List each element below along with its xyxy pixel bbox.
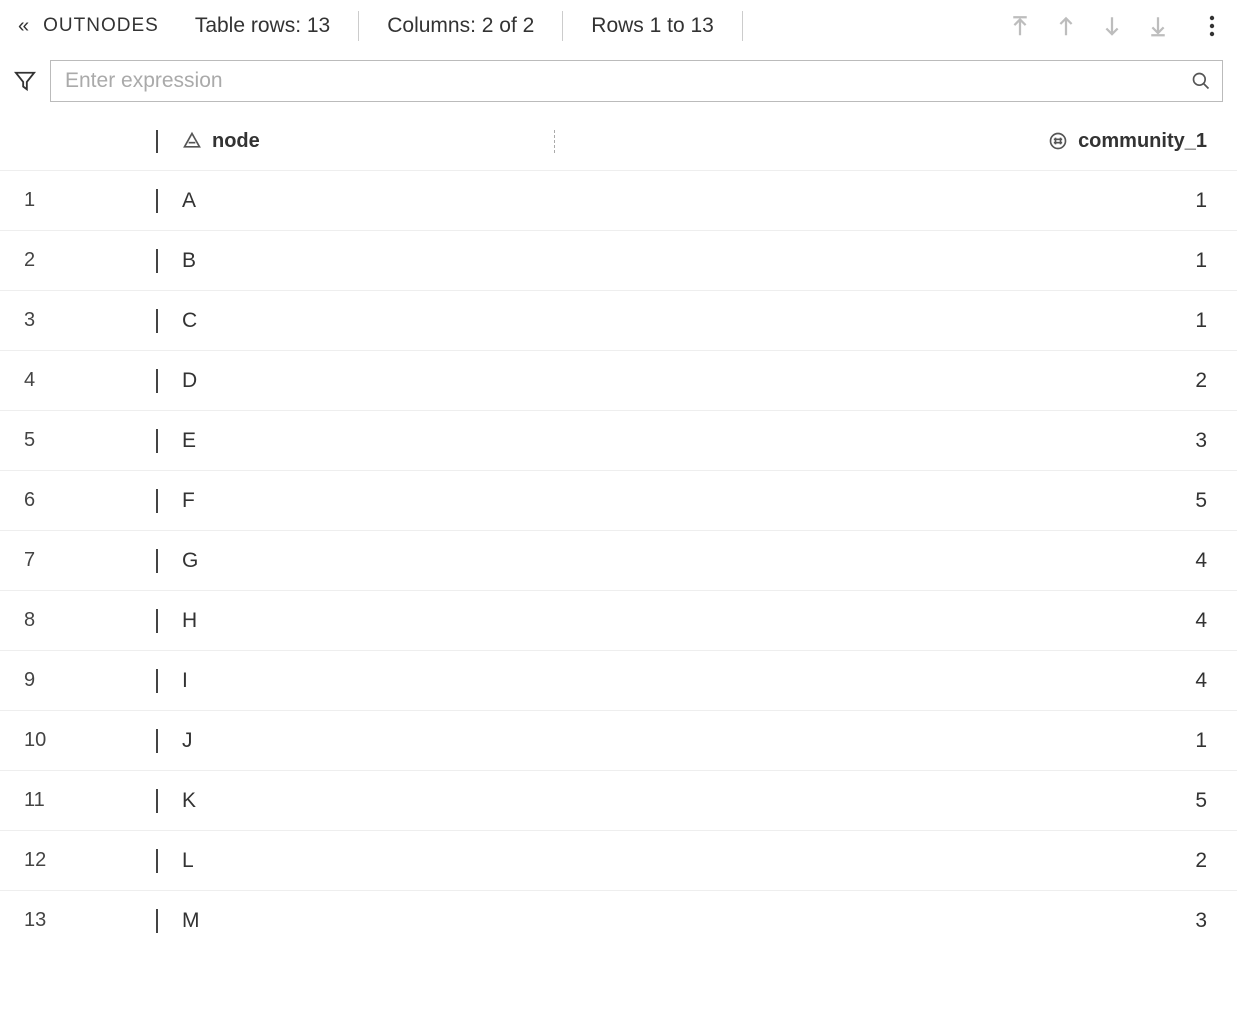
more-menu-icon[interactable]	[1209, 14, 1215, 38]
row-number: 12	[0, 849, 156, 872]
cell-community: 1	[554, 189, 1237, 213]
cell-node: A	[156, 189, 554, 213]
search-wrap	[50, 60, 1223, 102]
back-button[interactable]: «	[14, 15, 33, 38]
cell-community: 3	[554, 429, 1237, 453]
cell-node: C	[156, 309, 554, 333]
cell-community: 4	[554, 609, 1237, 633]
row-number: 9	[0, 669, 156, 692]
go-first-icon[interactable]	[1011, 15, 1029, 37]
cell-node: E	[156, 429, 554, 453]
table-body: 1A12B13C14D25E36F57G48H49I410J111K512L21…	[0, 170, 1237, 950]
row-number: 8	[0, 609, 156, 632]
cell-community: 4	[554, 669, 1237, 693]
cell-community: 5	[554, 789, 1237, 813]
row-number: 4	[0, 369, 156, 392]
cell-community: 1	[554, 309, 1237, 333]
cell-community: 1	[554, 729, 1237, 753]
go-last-icon[interactable]	[1149, 15, 1167, 37]
text-type-icon	[182, 131, 202, 151]
cell-node: L	[156, 849, 554, 873]
divider	[358, 11, 359, 41]
filter-row	[0, 52, 1237, 112]
row-number: 2	[0, 249, 156, 272]
table-row[interactable]: 3C1	[0, 290, 1237, 350]
row-number: 13	[0, 909, 156, 932]
cell-community: 1	[554, 249, 1237, 273]
cell-community: 3	[554, 909, 1237, 933]
table-row[interactable]: 10J1	[0, 710, 1237, 770]
go-next-icon[interactable]	[1103, 15, 1121, 37]
cell-node: J	[156, 729, 554, 753]
nav-icons	[991, 14, 1223, 38]
column-header-community-label: community_1	[1078, 130, 1207, 153]
cell-node: K	[156, 789, 554, 813]
numeric-type-icon	[1048, 131, 1068, 151]
row-number: 5	[0, 429, 156, 452]
go-prev-icon[interactable]	[1057, 15, 1075, 37]
table-row[interactable]: 8H4	[0, 590, 1237, 650]
row-number: 6	[0, 489, 156, 512]
row-number: 10	[0, 729, 156, 752]
toolbar: « OUTNODES Table rows: 13 Columns: 2 of …	[0, 0, 1237, 52]
row-number: 3	[0, 309, 156, 332]
table-row[interactable]: 1A1	[0, 170, 1237, 230]
divider	[562, 11, 563, 41]
columns-info: Columns: 2 of 2	[367, 14, 554, 38]
table-row[interactable]: 11K5	[0, 770, 1237, 830]
table-row[interactable]: 5E3	[0, 410, 1237, 470]
cell-node: D	[156, 369, 554, 393]
filter-icon[interactable]	[14, 70, 36, 92]
table-row[interactable]: 9I4	[0, 650, 1237, 710]
cell-node: F	[156, 489, 554, 513]
table-row[interactable]: 4D2	[0, 350, 1237, 410]
row-number: 11	[0, 789, 156, 812]
cell-node: B	[156, 249, 554, 273]
cell-node: I	[156, 669, 554, 693]
cell-community: 2	[554, 369, 1237, 393]
cell-community: 2	[554, 849, 1237, 873]
rows-range-info: Rows 1 to 13	[571, 14, 734, 38]
cell-node: M	[156, 909, 554, 933]
cell-community: 4	[554, 549, 1237, 573]
column-header-node[interactable]: node	[156, 130, 554, 153]
table-header-row: node community_1	[0, 112, 1237, 170]
table-row[interactable]: 12L2	[0, 830, 1237, 890]
cell-node: H	[156, 609, 554, 633]
expression-input[interactable]	[50, 60, 1223, 102]
cell-community: 5	[554, 489, 1237, 513]
cell-node: G	[156, 549, 554, 573]
divider	[742, 11, 743, 41]
row-number: 1	[0, 189, 156, 212]
row-number: 7	[0, 549, 156, 572]
table-name: OUTNODES	[41, 15, 167, 37]
table-rows-info: Table rows: 13	[175, 14, 350, 38]
data-table: node community_1 1A12B13C14D25E36F57G48H…	[0, 112, 1237, 950]
table-row[interactable]: 13M3	[0, 890, 1237, 950]
column-header-node-label: node	[212, 130, 260, 153]
column-header-community[interactable]: community_1	[554, 130, 1237, 153]
table-row[interactable]: 2B1	[0, 230, 1237, 290]
table-row[interactable]: 6F5	[0, 470, 1237, 530]
search-icon[interactable]	[1191, 71, 1211, 91]
table-row[interactable]: 7G4	[0, 530, 1237, 590]
